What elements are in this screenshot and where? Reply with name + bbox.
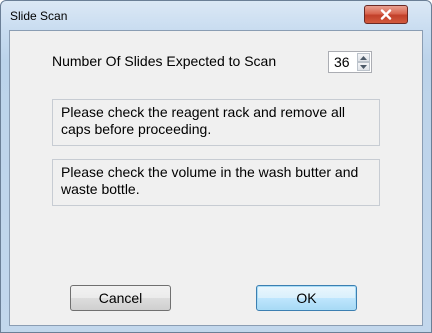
slides-count-value[interactable]: 36	[334, 54, 350, 70]
cancel-button[interactable]: Cancel	[70, 285, 171, 311]
close-button[interactable]	[364, 5, 408, 24]
close-x-icon	[380, 9, 392, 20]
spin-down-button[interactable]	[357, 62, 370, 71]
ok-button[interactable]: OK	[256, 285, 357, 311]
spin-down-icon	[360, 64, 367, 69]
reagent-message-box: Please check the reagent rack and remove…	[52, 99, 380, 146]
slides-count-spinbox[interactable]: 36	[328, 51, 372, 73]
slides-expected-label: Number Of Slides Expected to Scan	[52, 53, 277, 69]
spin-arrows	[357, 53, 370, 71]
window-title: Slide Scan	[10, 9, 68, 23]
spin-up-button[interactable]	[357, 53, 370, 62]
title-bar[interactable]: Slide Scan	[1, 1, 431, 31]
spin-up-icon	[360, 55, 367, 60]
volume-message-box: Please check the volume in the wash butt…	[52, 159, 380, 206]
